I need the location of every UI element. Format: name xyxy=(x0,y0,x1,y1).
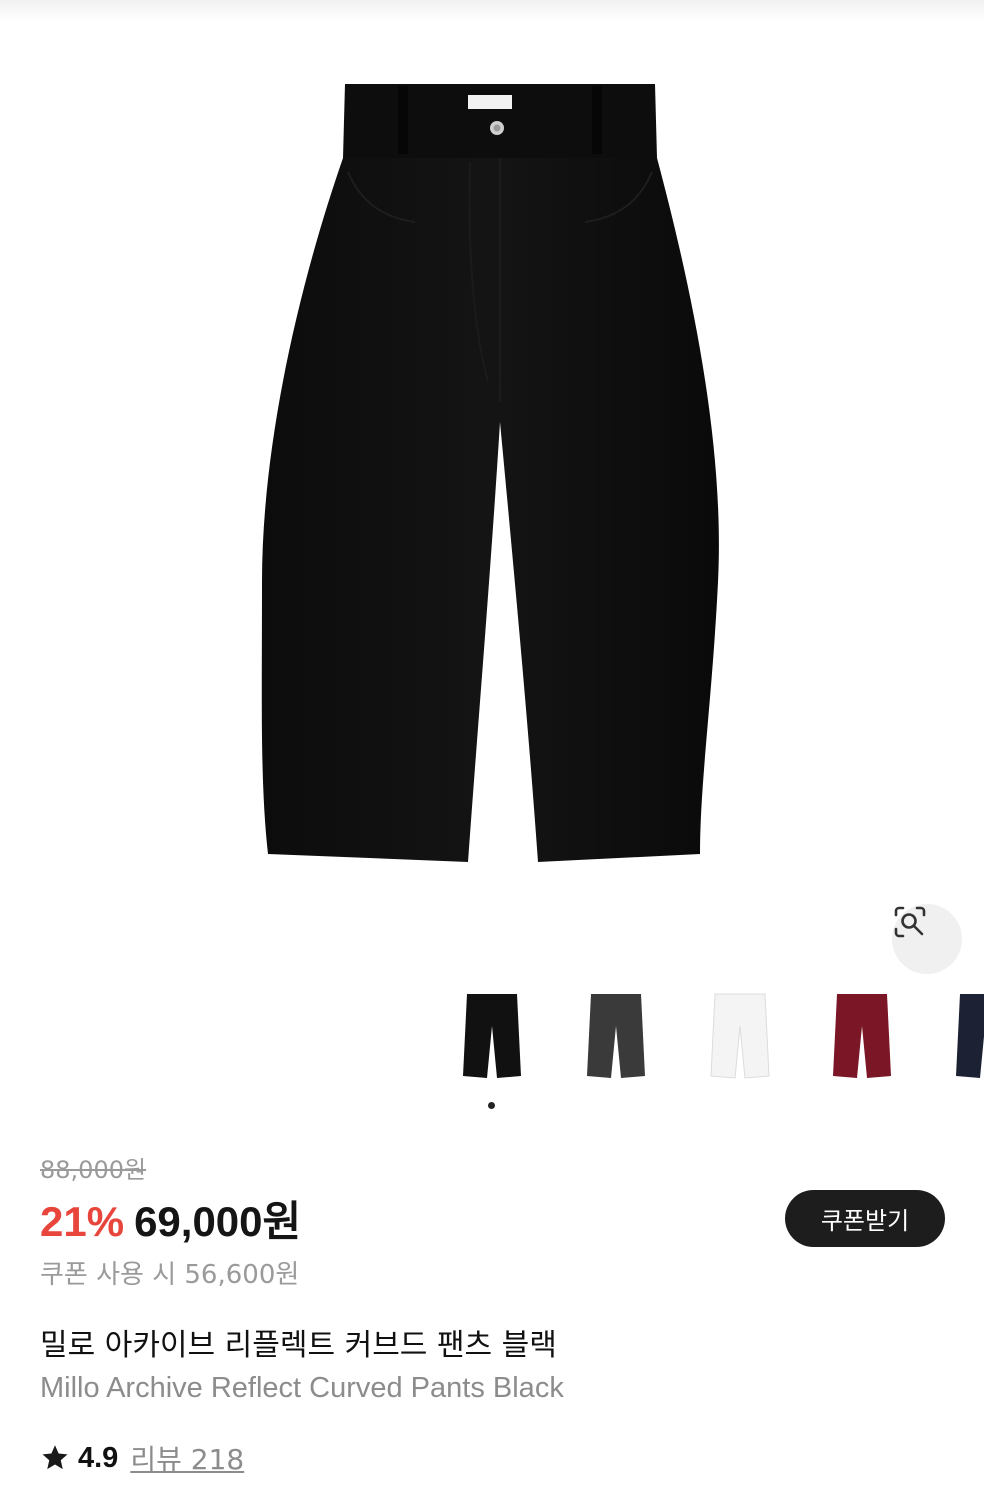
pants-thumb-icon xyxy=(463,994,521,1078)
product-title-korean: 밀로 아카이브 리플렉트 커브드 팬츠 블랙 xyxy=(40,1328,557,1363)
coupon-price: 쿠폰 사용 시 56,600원 xyxy=(40,1260,300,1290)
pants-thumb-icon xyxy=(710,993,770,1079)
variant-thumb-white[interactable] xyxy=(709,986,771,1086)
price-row: 21% 69,000원 xyxy=(40,1188,301,1245)
variant-thumb-washed-black[interactable] xyxy=(585,986,647,1086)
rating-score: 4.9 xyxy=(78,1441,119,1474)
variant-thumb-navy[interactable] xyxy=(954,986,984,1086)
lens-search-button[interactable] xyxy=(892,904,962,974)
get-coupon-button[interactable]: 쿠폰받기 xyxy=(785,1190,945,1247)
sale-price: 69,000원 xyxy=(134,1198,302,1245)
rating-row: 4.9 리뷰 218 xyxy=(40,1438,244,1478)
pager-dot-active xyxy=(488,1102,495,1109)
lens-search-icon xyxy=(894,906,926,938)
pants-thumb-icon xyxy=(833,994,891,1078)
pants-thumb-icon xyxy=(956,994,984,1078)
star-icon xyxy=(42,1445,68,1470)
product-main-image[interactable] xyxy=(0,22,984,974)
product-title-english: Millo Archive Reflect Curved Pants Black xyxy=(40,1372,564,1404)
top-edge xyxy=(0,0,984,22)
variant-thumb-black[interactable] xyxy=(461,986,523,1086)
original-price: 88,000원 xyxy=(40,1156,147,1184)
color-variant-thumbnails xyxy=(0,972,984,1094)
review-count-link[interactable]: 리뷰 218 xyxy=(130,1438,244,1478)
pants-thumb-icon xyxy=(587,994,645,1078)
variant-thumb-burgundy[interactable] xyxy=(831,986,893,1086)
discount-rate: 21% xyxy=(40,1198,125,1245)
pants-illustration xyxy=(261,84,719,862)
